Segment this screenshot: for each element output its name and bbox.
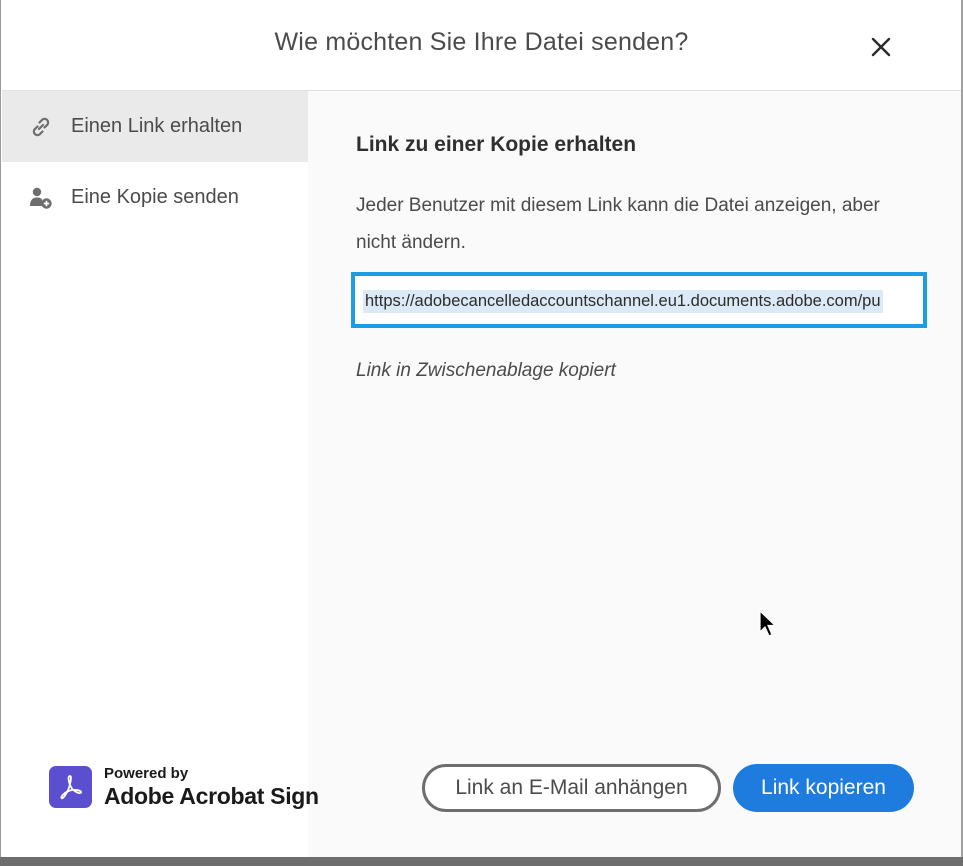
main-panel: Link zu einer Kopie erhalten Jeder Benut… <box>308 91 961 857</box>
acrobat-icon <box>60 775 82 800</box>
sidebar-item-send-copy[interactable]: Eine Kopie senden <box>2 162 308 233</box>
acrobat-sign-logo <box>49 766 92 808</box>
window-bottom-edge <box>0 857 963 866</box>
share-link-text[interactable]: https://adobecancelledaccountschannel.eu… <box>363 290 883 313</box>
share-link-field[interactable]: https://adobecancelledaccountschannel.eu… <box>351 272 927 328</box>
attach-link-email-button[interactable]: Link an E-Mail anhängen <box>422 764 721 812</box>
add-user-icon <box>28 185 54 211</box>
section-heading: Link zu einer Kopie erhalten <box>356 133 637 156</box>
product-name: Adobe Acrobat Sign <box>104 783 319 809</box>
mouse-cursor-icon <box>759 610 777 637</box>
copied-status-message: Link in Zwischenablage kopiert <box>356 360 616 381</box>
share-dialog: Wie möchten Sie Ihre Datei senden? Einen… <box>0 0 963 866</box>
copy-link-button[interactable]: Link kopieren <box>733 764 914 812</box>
sidebar-item-label: Eine Kopie senden <box>71 186 239 208</box>
powered-by-branding: Powered by Adobe Acrobat Sign <box>49 765 319 815</box>
powered-by-label: Powered by <box>104 765 189 782</box>
sidebar-item-label: Einen Link erhalten <box>71 115 243 137</box>
section-description: Jeder Benutzer mit diesem Link kann die … <box>356 195 880 253</box>
dialog-title: Wie möchten Sie Ihre Datei senden? <box>274 28 689 56</box>
close-icon <box>871 37 891 57</box>
dialog-header: Wie möchten Sie Ihre Datei senden? <box>2 0 961 91</box>
sidebar-item-get-link[interactable]: Einen Link erhalten <box>2 91 308 162</box>
link-icon <box>28 114 54 140</box>
close-button[interactable] <box>868 34 894 60</box>
sidebar: Einen Link erhalten Eine Kopie senden <box>2 91 308 857</box>
